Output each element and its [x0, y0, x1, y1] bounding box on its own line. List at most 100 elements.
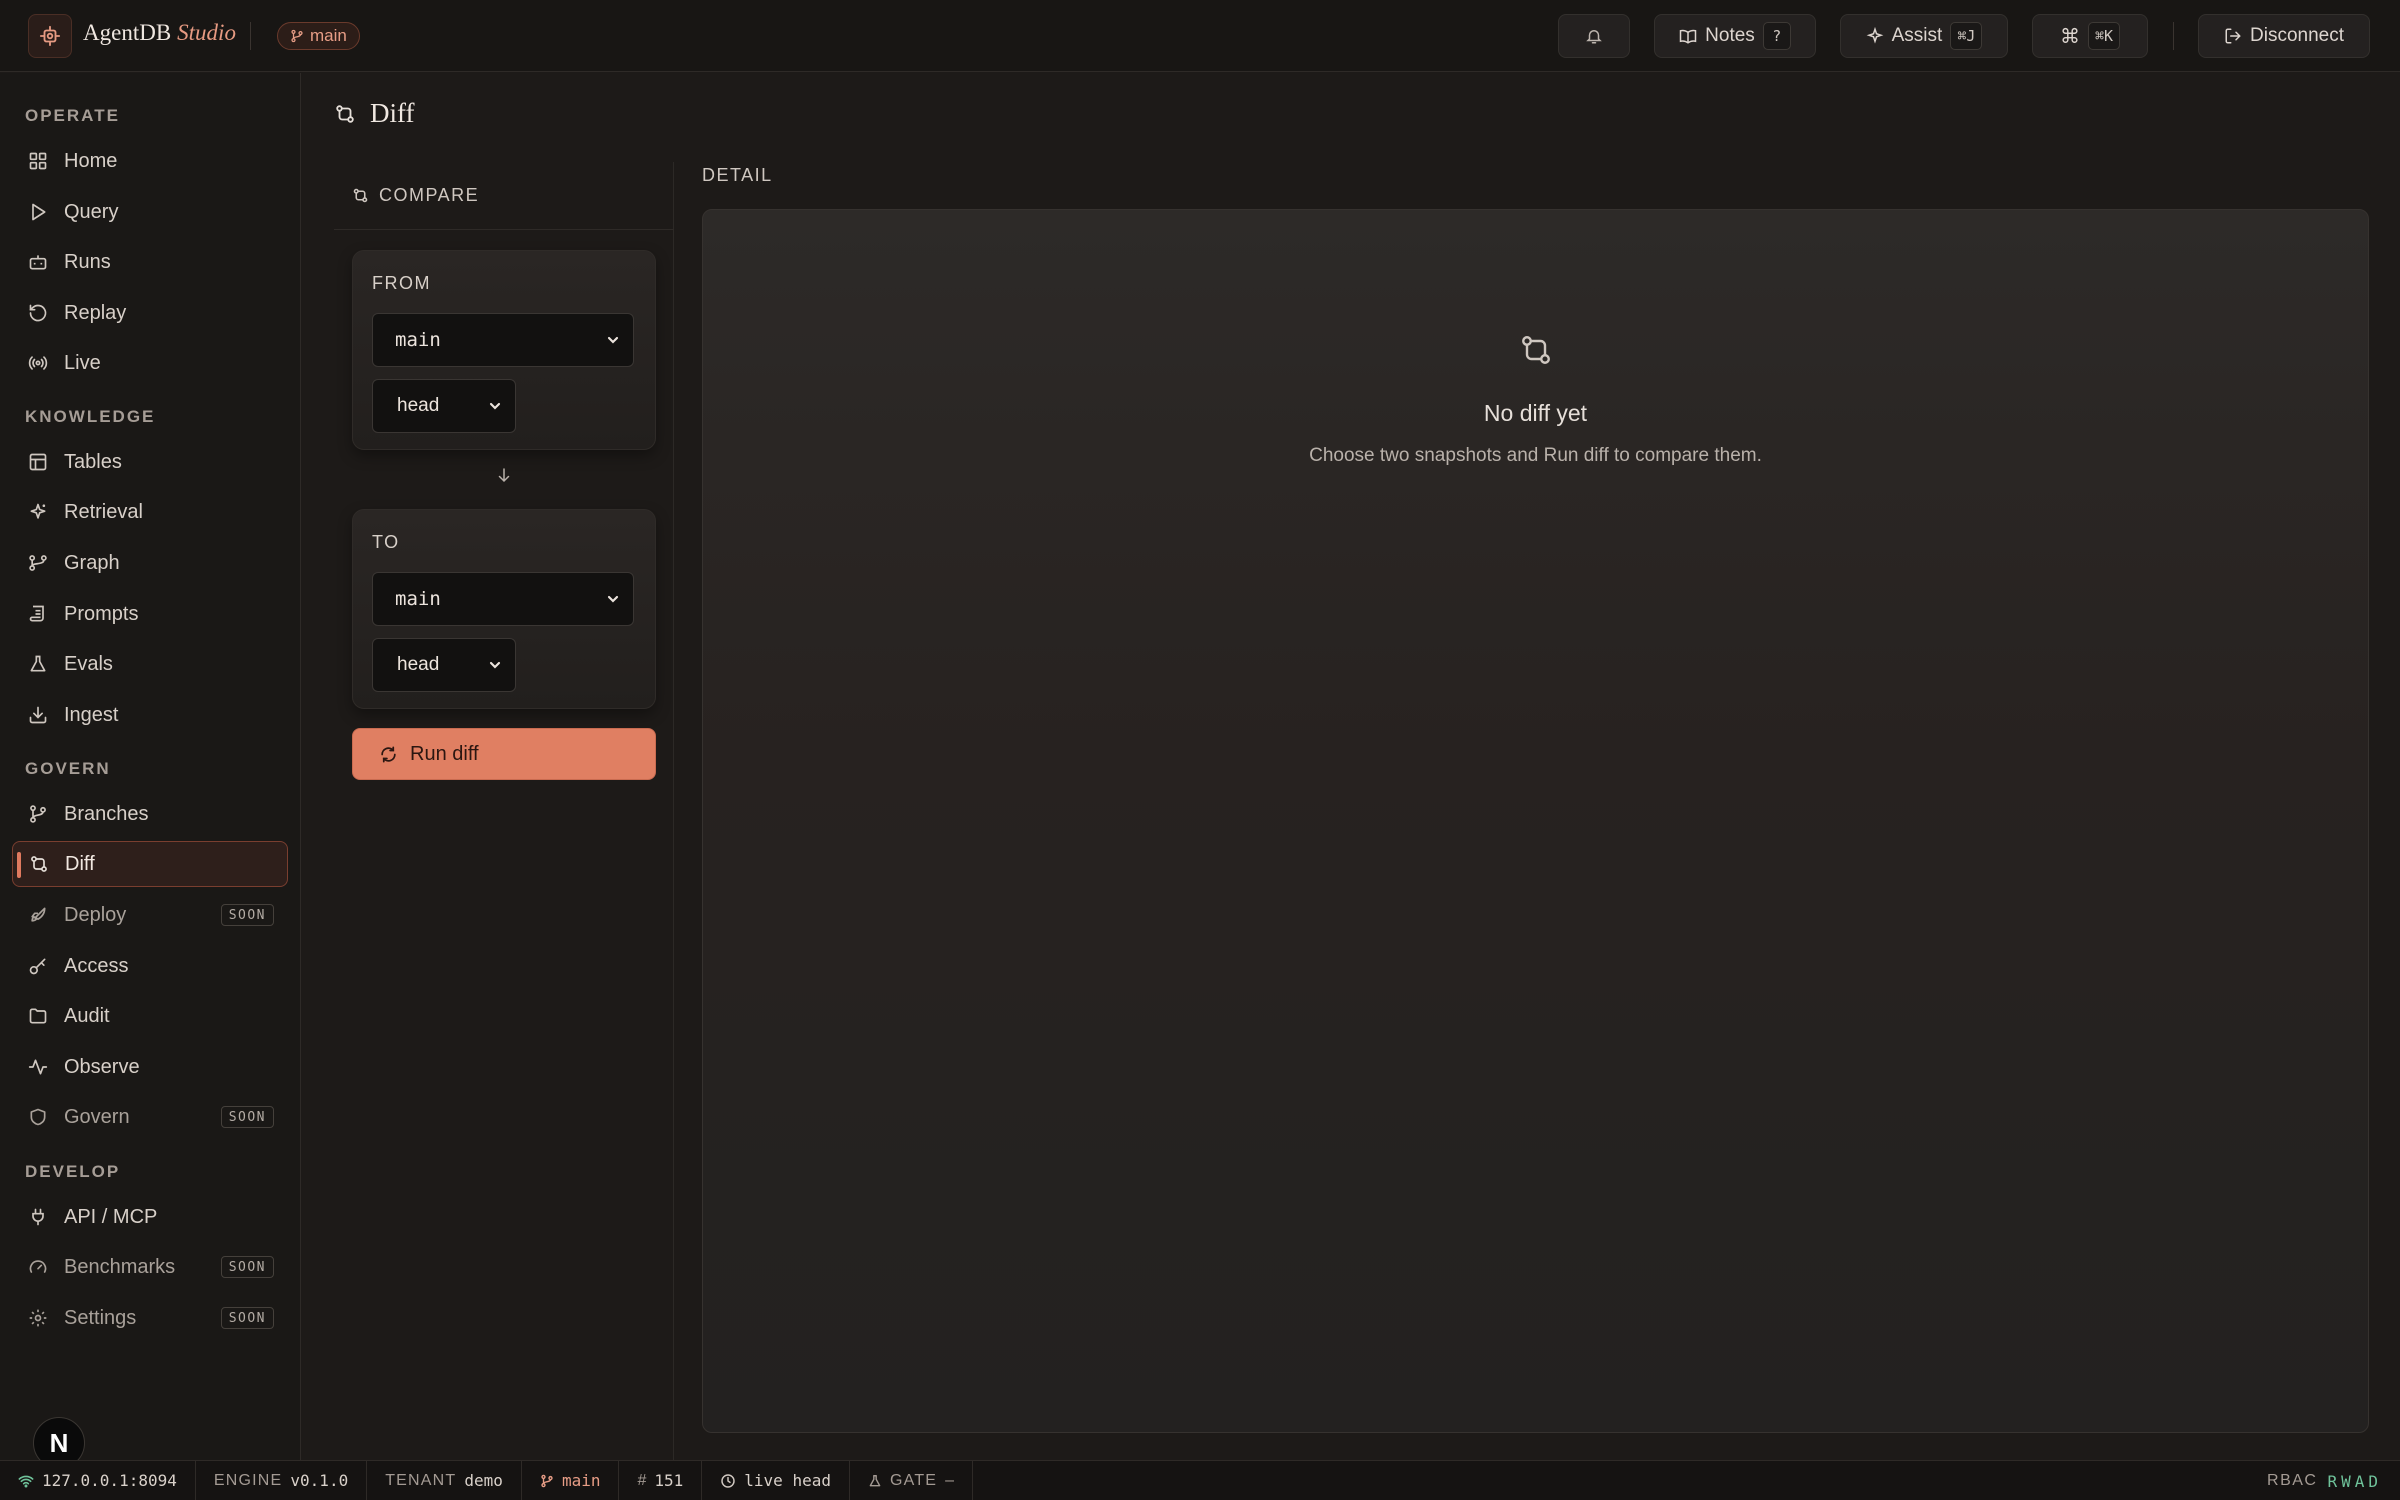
sidebar-item-label: Home — [64, 149, 118, 172]
sidebar-item-label: Branches — [64, 802, 149, 825]
status-tenant: TENANT demo — [367, 1460, 522, 1500]
sidebar-item-settings[interactable]: Settings SOON — [12, 1295, 288, 1341]
command-icon: ⌘ — [2059, 25, 2080, 48]
sidebar-item-evals[interactable]: Evals — [12, 641, 288, 687]
section-heading-knowledge: KNOWLEDGE — [25, 407, 156, 426]
compare-header: COMPARE — [334, 162, 674, 230]
git-graph-icon — [26, 551, 50, 575]
soon-badge: SOON — [220, 1307, 274, 1329]
notes-shortcut: ? — [1762, 22, 1791, 50]
sidebar-item-label: API / MCP — [64, 1205, 158, 1228]
sidebar-item-runs[interactable]: Runs — [12, 239, 288, 285]
sidebar-item-deploy[interactable]: Deploy SOON — [12, 892, 288, 938]
git-compare-icon — [336, 104, 354, 123]
sidebar-item-label: Live — [64, 351, 101, 374]
sidebar-item-label: Access — [64, 954, 129, 977]
sidebar-item-label: Diff — [65, 852, 95, 875]
status-rbac-perms: RWAD — [2327, 1471, 2382, 1491]
sidebar-item-govern[interactable]: Govern SOON — [12, 1094, 288, 1140]
download-icon — [26, 703, 50, 727]
sidebar-item-diff[interactable]: Diff — [12, 841, 288, 887]
gear-icon — [26, 1306, 50, 1330]
to-label: TO — [372, 532, 400, 552]
sidebar-item-label: Govern — [64, 1105, 130, 1128]
disconnect-label: Disconnect — [2250, 25, 2344, 46]
sidebar-item-tables[interactable]: Tables — [12, 439, 288, 485]
status-head-value: live head — [744, 1471, 831, 1490]
sidebar-item-home[interactable]: Home — [12, 138, 288, 184]
run-diff-button[interactable]: Run diff — [352, 728, 656, 780]
logo-icon[interactable] — [28, 14, 72, 58]
status-rbac-label: RBAC — [2267, 1472, 2318, 1489]
status-engine: ENGINE v0.1.0 — [196, 1460, 368, 1500]
activity-icon — [26, 1055, 50, 1079]
disconnect-button[interactable]: Disconnect — [2198, 14, 2370, 58]
section-heading-develop: DEVELOP — [25, 1162, 121, 1181]
assist-button[interactable]: Assist ⌘J — [1840, 14, 2008, 58]
git-compare-icon — [27, 852, 51, 876]
git-branch-icon — [291, 29, 303, 43]
sidebar-item-graph[interactable]: Graph — [12, 540, 288, 586]
section-heading-govern: GOVERN — [25, 759, 111, 778]
to-branch-select[interactable]: main — [372, 572, 634, 626]
compare-heading: COMPARE — [379, 185, 480, 205]
log-out-icon — [2225, 28, 2241, 44]
grid-icon — [26, 149, 50, 173]
notes-label: Notes — [1705, 25, 1755, 46]
status-connection[interactable]: 127.0.0.1:8094 — [0, 1460, 196, 1500]
book-icon — [1679, 29, 1697, 44]
git-compare-icon — [1522, 336, 1550, 364]
brand-name: AgentDB — [83, 20, 172, 45]
notes-button[interactable]: Notes ? — [1654, 14, 1816, 58]
folder-icon — [26, 1004, 50, 1028]
chevron-down-icon — [607, 336, 619, 344]
status-commit: # 151 — [619, 1460, 703, 1500]
table-icon — [26, 450, 50, 474]
flask-icon — [869, 1474, 881, 1486]
soon-badge: SOON — [220, 1256, 274, 1278]
sidebar-item-observe[interactable]: Observe — [12, 1044, 288, 1090]
status-rbac: RBAC RWAD — [2267, 1461, 2382, 1500]
page-title: Diff — [370, 98, 415, 128]
status-branch-value: main — [561, 1471, 601, 1490]
flask-icon — [26, 652, 50, 676]
sidebar-item-prompts[interactable]: Prompts — [12, 591, 288, 637]
gauge-icon — [26, 1255, 50, 1279]
sidebar-item-access[interactable]: Access — [12, 943, 288, 989]
sidebar-item-audit[interactable]: Audit — [12, 993, 288, 1039]
status-gate-label: GATE — [889, 1471, 938, 1489]
assist-label: Assist — [1891, 25, 1943, 46]
shield-icon — [26, 1105, 50, 1129]
git-branch-icon — [541, 1474, 553, 1487]
from-label: FROM — [372, 273, 431, 293]
empty-state-title: No diff yet — [1483, 400, 1588, 426]
top-bar: AgentDB Studio main Notes ? Assist ⌘J ⌘ ⌘… — [0, 0, 2400, 72]
section-heading-operate: OPERATE — [25, 106, 120, 125]
sidebar-item-ingest[interactable]: Ingest — [12, 692, 288, 738]
sidebar-item-retrieval[interactable]: Retrieval — [12, 489, 288, 535]
sidebar-item-api-mcp[interactable]: API / MCP — [12, 1194, 288, 1240]
status-branch[interactable]: main — [522, 1460, 620, 1500]
sidebar-item-label: Graph — [64, 551, 120, 574]
command-palette-button[interactable]: ⌘ ⌘K — [2032, 14, 2148, 58]
sidebar-item-label: Tables — [64, 450, 122, 473]
page-header: Diff — [334, 98, 415, 129]
from-revision-select[interactable]: head — [372, 379, 516, 433]
play-icon — [26, 200, 50, 224]
to-revision-select[interactable]: head — [372, 638, 516, 692]
sidebar-item-label: Replay — [64, 301, 127, 324]
sidebar-item-branches[interactable]: Branches — [12, 791, 288, 837]
sidebar-item-benchmarks[interactable]: Benchmarks SOON — [12, 1244, 288, 1290]
branch-badge[interactable]: main — [277, 22, 360, 50]
wifi-icon — [18, 1475, 34, 1487]
detail-heading: DETAIL — [702, 165, 773, 185]
sidebar-item-label: Retrieval — [64, 500, 143, 523]
status-gate: GATE – — [850, 1460, 974, 1500]
sidebar-item-query[interactable]: Query — [12, 189, 288, 235]
notifications-button[interactable] — [1558, 14, 1630, 58]
run-diff-label: Run diff — [410, 742, 479, 765]
sidebar-item-replay[interactable]: Replay — [12, 290, 288, 336]
from-branch-select[interactable]: main — [372, 313, 634, 367]
sidebar-item-label: Runs — [64, 250, 111, 273]
sidebar-item-live[interactable]: Live — [12, 340, 288, 386]
